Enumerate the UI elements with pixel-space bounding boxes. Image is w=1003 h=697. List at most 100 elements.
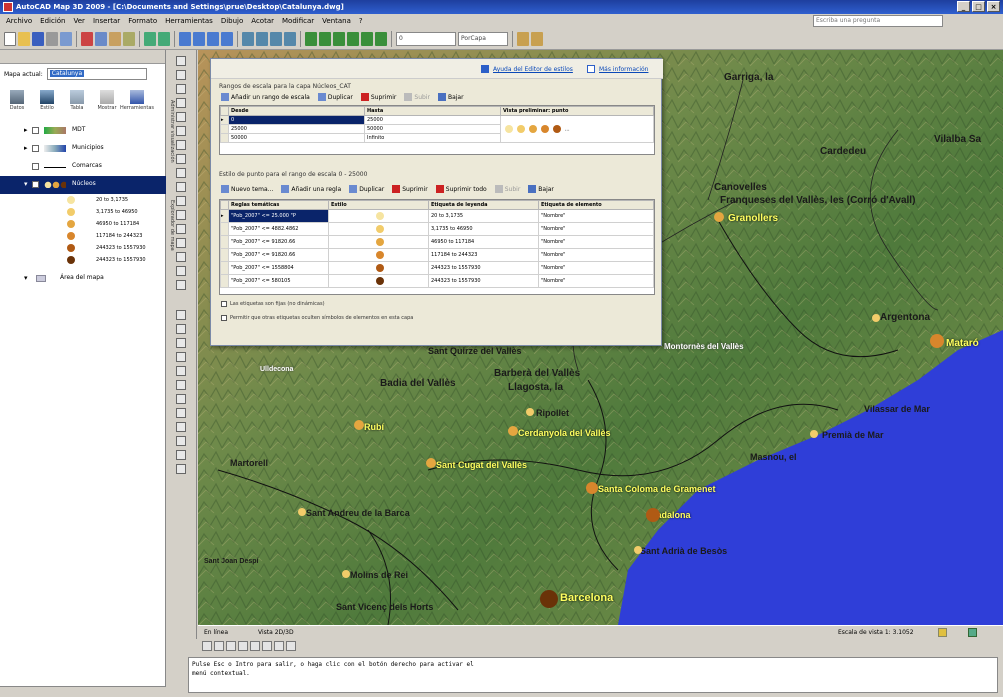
table-row[interactable]: "Pob_2007" <= 4882.4862 3,1735 to 46950 "… [220,222,654,236]
expand-icon[interactable]: ▸ [24,144,28,152]
layer-row-nucleos[interactable]: ▾ Núcleos [0,176,166,194]
osnap-icon[interactable] [202,641,212,651]
style-swatch-icon[interactable] [375,264,384,272]
menu-draw[interactable]: Dibujo [221,17,243,25]
command-output[interactable]: Pulse Esc o Intro para salir, o haga cli… [188,657,998,693]
tool-palettes-icon[interactable] [270,31,282,46]
table-row[interactable]: "Pob_2007" <= 91820.66 117184 to 244323 "… [220,248,654,262]
design-center-icon[interactable] [256,31,268,46]
style-button[interactable]: Estilo [36,90,58,111]
info-icon[interactable] [587,65,595,73]
make-block-icon[interactable] [176,196,186,206]
new-icon[interactable] [4,31,16,46]
layer-row-mdt[interactable]: ▸ MDT [0,122,166,140]
polyline-icon[interactable] [176,70,186,80]
menu-help[interactable]: ? [359,17,363,25]
menu-format[interactable]: Formato [128,17,157,25]
layer-manager-icon[interactable] [517,31,529,46]
allow-overlap-checkbox[interactable]: Permitir que otras etiquetas oculten sím… [221,315,413,321]
style-swatch-icon[interactable] [375,251,384,259]
style-swatch-icon[interactable] [375,238,384,246]
visibility-checkbox[interactable] [32,145,39,152]
array-icon[interactable] [176,366,186,376]
copy-icon[interactable] [95,31,107,46]
app-icon[interactable] [3,2,13,12]
model-tab[interactable]: En línea [204,629,228,636]
visibility-checkbox[interactable] [32,163,39,170]
add-rule-button[interactable]: Añadir una regla [281,185,341,193]
task-pane-tab-display[interactable]: Administrar visualización [168,100,175,163]
help-search-input[interactable]: Escriba una pregunta [813,15,943,27]
move-down-range-button[interactable]: Bajar [437,93,464,101]
move-up-rule-button[interactable]: Subir [494,185,520,193]
duplicate-rule-button[interactable]: Duplicar [349,185,384,193]
add-scale-range-button[interactable]: Añadir un rango de escala [221,93,310,101]
zoom-window-icon[interactable] [207,31,219,46]
table-button[interactable]: Tabla [66,90,88,111]
undo-icon[interactable] [144,31,156,46]
circle-icon[interactable] [176,126,186,136]
table-row[interactable]: ▸ 0 25000 … [220,115,654,143]
visibility-checkbox[interactable] [32,127,39,134]
layer-row-municipios[interactable]: ▸ Municipios [0,140,166,158]
delete-range-button[interactable]: Suprimir [360,93,396,101]
current-map-dropdown[interactable]: Catalunya [46,68,147,80]
style-swatch-icon[interactable] [375,225,384,233]
menu-insert[interactable]: Insertar [93,17,120,25]
menu-tools[interactable]: Herramientas [165,17,213,25]
delete-all-button[interactable]: Suprimir todo [435,185,487,193]
zoom-realtime-icon[interactable] [193,31,205,46]
horizontal-scrollbar[interactable] [0,686,166,697]
mirror-icon[interactable] [176,338,186,348]
line-icon[interactable] [176,56,186,66]
table-row[interactable]: ▸ "Pob_2007" <= 25.000 "P 20 to 3,1735 "No… [220,209,654,223]
match-properties-icon[interactable] [123,31,135,46]
region-icon[interactable] [176,252,186,262]
rotate-icon[interactable] [176,394,186,404]
open-icon[interactable] [18,31,30,46]
calculator-icon[interactable] [284,31,296,46]
offset-icon[interactable] [176,352,186,362]
save-icon[interactable] [32,31,44,46]
table-row[interactable]: "Pob_2007" <= 1558804 244323 to 1557930 "… [220,261,654,275]
dyn-icon[interactable] [262,641,272,651]
help-icon[interactable] [481,65,489,73]
map-zoom-out-icon[interactable] [347,31,359,46]
copy-object-icon[interactable] [176,324,186,334]
view-toggle[interactable]: Vista 2D/3D [258,629,294,636]
tools-button[interactable]: Herramientas [120,90,154,111]
polar-icon[interactable] [226,641,236,651]
maximize-button[interactable]: □ [972,1,985,12]
map-query-icon[interactable] [375,31,387,46]
map-zoom-extents-icon[interactable] [319,31,331,46]
ellipse-icon[interactable] [176,168,186,178]
expand-icon[interactable]: ▸ [24,126,28,134]
move-down-rule-button[interactable]: Bajar [528,185,554,193]
layer-row-comarcas[interactable]: Comarcas [0,158,166,176]
style-swatch-icon[interactable] [375,277,384,285]
arc-icon[interactable] [176,112,186,122]
map-refresh-icon[interactable] [361,31,373,46]
menu-dimension[interactable]: Acotar [251,17,274,25]
menu-edit[interactable]: Edición [40,17,65,25]
layer-dropdown[interactable]: 0 [396,31,456,46]
close-button[interactable]: × [987,1,1000,12]
new-theme-button[interactable]: Nuevo tema... [221,185,273,193]
map-zoom-in-icon[interactable] [333,31,345,46]
map-area-row[interactable]: ▾ Área del mapa [0,270,166,288]
paste-icon[interactable] [109,31,121,46]
trim-icon[interactable] [176,436,186,446]
view-scale[interactable]: Escala de vista 1: 3.1052 [838,629,914,636]
zoom-previous-icon[interactable] [221,31,233,46]
duplicate-range-button[interactable]: Duplicar [317,93,353,101]
map-zoom-icon[interactable] [305,31,317,46]
erase-icon[interactable] [176,310,186,320]
move-icon[interactable] [176,380,186,390]
mtext-icon[interactable] [176,280,186,290]
style-swatch-icon[interactable] [375,212,384,220]
lwt-icon[interactable] [274,641,284,651]
move-up-range-button[interactable]: Subir [404,93,430,101]
style-dropdown[interactable]: PorCapa [458,31,508,46]
lock-icon[interactable] [938,628,947,637]
menu-modify[interactable]: Modificar [282,17,314,25]
